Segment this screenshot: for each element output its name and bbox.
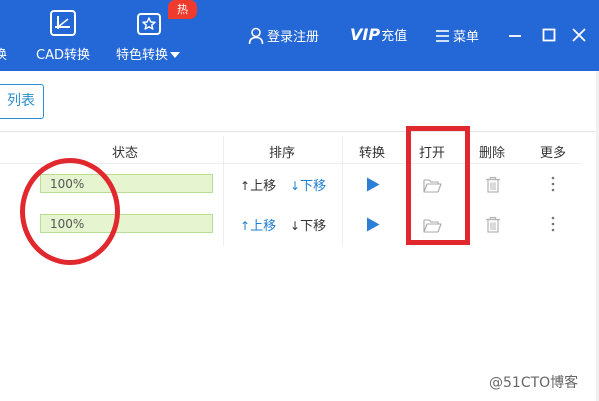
column-header-status: 状态	[112, 146, 139, 161]
trash-icon[interactable]	[485, 216, 501, 233]
hot-badge: 热	[168, 0, 197, 19]
star-box-icon	[137, 13, 161, 35]
cad-convert-button[interactable]: CAD转换	[32, 8, 94, 66]
arrow-down-icon: ↓	[290, 179, 301, 193]
column-header-more: 更多	[540, 146, 567, 161]
special-convert-label-wrap: 特色转换	[116, 44, 181, 63]
move-down-label: 下移	[300, 179, 327, 194]
highlight-circle	[20, 158, 120, 265]
move-up-label: 上移	[250, 179, 277, 194]
vip-label: VIP	[350, 25, 381, 44]
move-down-button[interactable]: ↓下移	[290, 175, 326, 194]
arrow-up-icon: ↑	[240, 219, 251, 233]
cad-icon	[50, 10, 76, 36]
table-header: 状态 排序 转换 打开 删除 更多	[0, 132, 599, 164]
close-icon[interactable]	[571, 27, 587, 43]
move-down-button[interactable]: ↓下移	[290, 215, 326, 234]
vip-recharge-button[interactable]: VIP充值	[350, 25, 407, 44]
more-vertical-icon[interactable]	[551, 176, 555, 192]
column-header-delete: 删除	[479, 146, 506, 161]
more-vertical-icon[interactable]	[551, 216, 555, 232]
top-toolbar: 换 CAD转换 特色转换 热 登录注册 VIP充值 菜单	[0, 0, 599, 71]
list-button[interactable]: 列表	[0, 84, 44, 119]
login-register-label: 登录注册	[267, 30, 320, 45]
move-down-label: 下移	[300, 219, 327, 234]
minimize-icon[interactable]	[507, 27, 523, 43]
arrow-up-icon: ↑	[240, 179, 251, 193]
menu-icon	[436, 30, 449, 42]
maximize-icon[interactable]	[541, 27, 557, 43]
chevron-down-icon	[170, 52, 181, 58]
highlight-rectangle	[406, 126, 470, 245]
trash-icon[interactable]	[485, 176, 501, 193]
toolbar-item-partial[interactable]: 换	[0, 44, 7, 63]
user-icon	[248, 27, 264, 45]
watermark: @51CTO博客	[489, 375, 579, 391]
arrow-down-icon: ↓	[290, 219, 301, 233]
column-header-convert: 转换	[359, 146, 386, 161]
move-up-button[interactable]: ↑上移	[240, 215, 276, 234]
column-header-sort: 排序	[269, 146, 296, 161]
play-icon[interactable]	[366, 177, 380, 192]
play-icon[interactable]	[366, 217, 380, 232]
menu-label: 菜单	[453, 30, 480, 45]
app-window: 换 CAD转换 特色转换 热 登录注册 VIP充值 菜单 列表 状态 排序 转换…	[0, 0, 599, 401]
move-up-label: 上移	[250, 219, 277, 234]
special-convert-label: 特色转换	[116, 48, 169, 63]
recharge-label: 充值	[381, 29, 408, 44]
menu-button[interactable]: 菜单	[436, 26, 479, 45]
move-up-button[interactable]: ↑上移	[240, 175, 276, 194]
login-register-button[interactable]: 登录注册	[248, 26, 319, 46]
cad-convert-label: CAD转换	[36, 48, 90, 63]
